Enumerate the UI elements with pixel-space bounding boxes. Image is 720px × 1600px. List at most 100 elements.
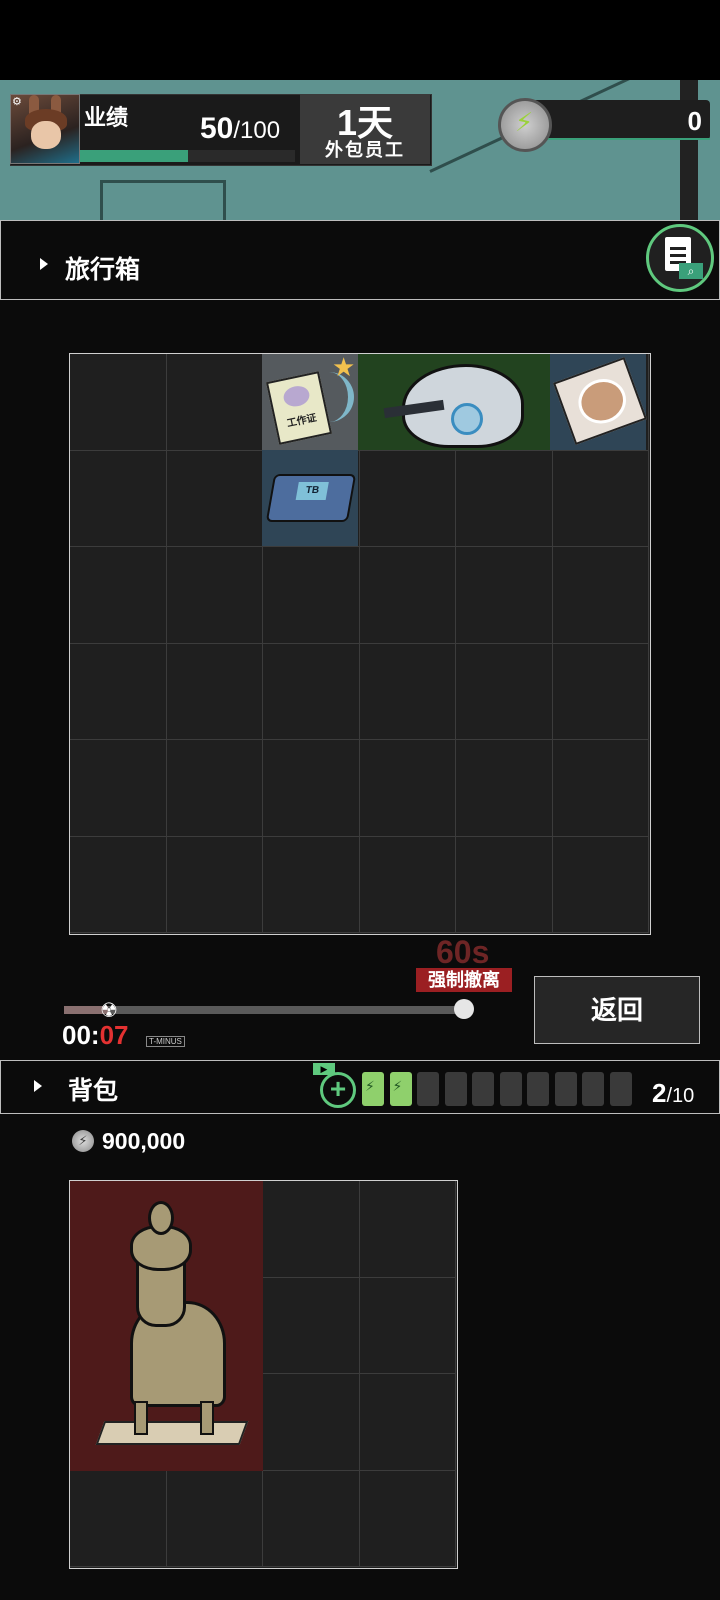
helmet-item[interactable] [358, 354, 550, 450]
grid-cell[interactable] [166, 450, 263, 547]
statue-leg [134, 1401, 148, 1435]
camel-statue-item[interactable] [70, 1181, 263, 1471]
grid-cell[interactable] [263, 1374, 360, 1471]
coin-value: 0 [687, 106, 702, 136]
grid-cell[interactable] [359, 1181, 456, 1278]
statue-base [95, 1421, 249, 1445]
countdown-label: 60s [436, 934, 490, 970]
star-icon: ★ [332, 352, 356, 382]
battery-slot-full [389, 1072, 412, 1106]
performance-max: /100 [233, 117, 281, 144]
grid-cell[interactable] [456, 836, 553, 933]
clock-seconds: 07 [99, 1020, 129, 1050]
grid-cell[interactable] [456, 547, 553, 644]
grid-cell[interactable] [552, 450, 649, 547]
suitcase-grid: 工作证 ★ TB [69, 352, 651, 935]
add-slot-button[interactable]: + [320, 1072, 356, 1108]
performance-value: 50/100 [200, 112, 280, 146]
backpack-count: 2/10 [652, 1078, 694, 1109]
grid-cell[interactable] [359, 643, 456, 740]
suitcase-title: 旅行箱 [65, 256, 141, 284]
battery-slot-empty [499, 1072, 522, 1106]
drive-label: TB [295, 482, 329, 500]
grid-cell[interactable] [456, 740, 553, 837]
return-button[interactable]: 返回 [534, 976, 700, 1044]
gear-icon[interactable]: ⚙ [12, 96, 24, 108]
battery-slot-empty [472, 1072, 494, 1106]
inspect-list-button[interactable]: ⌕ [646, 224, 714, 292]
energy-coin-icon: ⚡ [498, 98, 552, 152]
search-icon: ⌕ [679, 263, 703, 279]
cat-face-icon [281, 383, 312, 409]
grid-cell[interactable] [552, 643, 649, 740]
status-bar [0, 0, 720, 80]
grid-cell[interactable] [263, 740, 360, 837]
grid-cell[interactable] [263, 836, 360, 933]
expand-triangle-icon [34, 1080, 42, 1092]
grid-cell[interactable] [70, 450, 167, 547]
grid-cell[interactable] [263, 1277, 360, 1374]
grid-cell[interactable] [359, 450, 456, 547]
money-coin-icon: ⚡ [72, 1130, 94, 1152]
grid-cell[interactable] [166, 1470, 263, 1567]
force-evacuate-tag: 强制撤离 [416, 968, 512, 992]
grid-cell[interactable] [359, 1277, 456, 1374]
grid-cell[interactable] [166, 740, 263, 837]
backpack-title: 背包 [68, 1077, 119, 1105]
timer-track [64, 1006, 464, 1014]
battery-slot-empty [527, 1072, 549, 1106]
grid-cell[interactable] [359, 1374, 456, 1471]
grid-cell[interactable] [359, 740, 456, 837]
grid-cell[interactable] [359, 547, 456, 644]
grid-cell[interactable] [552, 836, 649, 933]
grid-cell[interactable] [552, 547, 649, 644]
statue-leg [200, 1401, 214, 1435]
performance-bar-fill [80, 150, 188, 162]
helmet-lens [451, 403, 483, 435]
grid-cell[interactable] [70, 547, 167, 644]
battery-slot-empty [444, 1072, 467, 1106]
grid-cell[interactable] [166, 836, 263, 933]
battery-slot-empty [582, 1072, 604, 1106]
dessert-plate-item[interactable] [550, 354, 647, 450]
grid-cell[interactable] [70, 354, 167, 451]
grid-cell[interactable] [456, 450, 553, 547]
grid-cell[interactable] [263, 1181, 360, 1278]
grid-cell[interactable] [456, 643, 553, 740]
coin-bar-accent [540, 138, 710, 140]
drive-body: TB [265, 474, 357, 522]
grid-cell[interactable] [359, 836, 456, 933]
grid-cell[interactable] [263, 643, 360, 740]
elapsed-clock: 00:07 [62, 1020, 129, 1051]
performance-label: 业绩 [84, 105, 129, 130]
battery-slot-full [362, 1072, 384, 1106]
hard-drive-item[interactable]: TB [262, 450, 358, 546]
statue-topknot [148, 1201, 174, 1235]
battery-slot-empty [554, 1072, 577, 1106]
expand-triangle-icon [40, 258, 48, 270]
grid-cell[interactable] [359, 1470, 456, 1567]
backpack-count-current: 2 [652, 1078, 667, 1108]
grid-cell[interactable] [70, 740, 167, 837]
backpack-grid [69, 1180, 458, 1569]
grid-cell[interactable] [263, 547, 360, 644]
tminus-badge: T-MINUS [146, 1036, 185, 1047]
grid-cell[interactable] [552, 740, 649, 837]
grid-cell[interactable] [70, 836, 167, 933]
battery-slot-empty [417, 1072, 439, 1106]
grid-cell[interactable] [166, 547, 263, 644]
grid-cell[interactable] [166, 354, 263, 451]
grid-cell[interactable] [70, 643, 167, 740]
rank-label: 外包员工 [325, 140, 405, 160]
timer-end-marker [454, 999, 474, 1019]
grid-cell[interactable] [166, 643, 263, 740]
avatar-face [31, 121, 61, 149]
battery-slot-empty [609, 1072, 632, 1106]
grid-cell[interactable] [263, 1470, 360, 1567]
clock-prefix: 00: [62, 1020, 100, 1050]
day-rank-box: 1天 外包员工 [300, 94, 430, 164]
plate-base [553, 356, 647, 446]
grid-cell[interactable] [70, 1470, 167, 1567]
dessert [572, 372, 633, 431]
work-badge-item[interactable]: 工作证 ★ [262, 352, 358, 450]
